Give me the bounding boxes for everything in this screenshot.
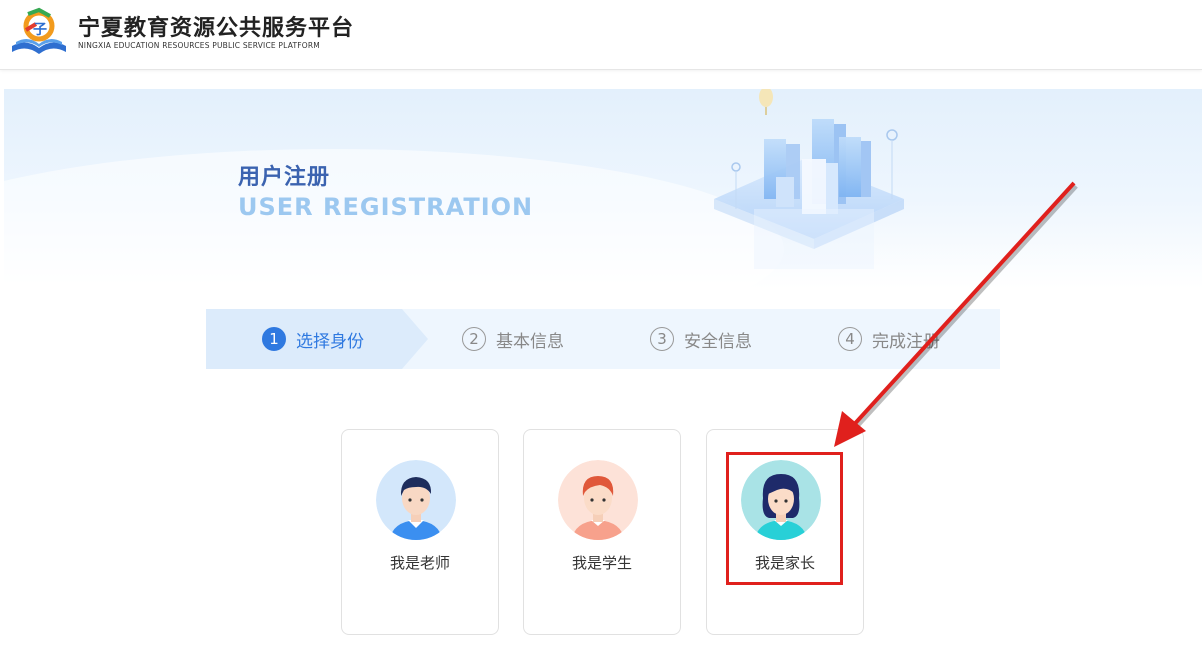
step-label: 安全信息 bbox=[684, 331, 752, 352]
svg-text:子: 子 bbox=[33, 22, 47, 38]
step-number: 1 bbox=[262, 327, 286, 351]
step-label: 基本信息 bbox=[496, 331, 564, 352]
step-number: 3 bbox=[650, 327, 674, 351]
identity-card-teacher[interactable]: 我是老师 bbox=[341, 429, 499, 635]
step-select-identity: 1 选择身份 bbox=[262, 309, 364, 369]
annotation-highlight-box bbox=[726, 452, 843, 585]
step-label: 选择身份 bbox=[296, 331, 364, 352]
site-title: 宁夏教育资源公共服务平台 bbox=[78, 16, 355, 41]
identity-card-student[interactable]: 我是学生 bbox=[523, 429, 681, 635]
ningxia-education-logo-icon[interactable]: 子 bbox=[8, 6, 70, 58]
banner-title: 用户注册 bbox=[238, 165, 331, 190]
step-security-info: 3 安全信息 bbox=[650, 309, 752, 369]
identity-card-label: 我是老师 bbox=[389, 554, 450, 572]
student-avatar-icon bbox=[558, 460, 638, 540]
site-subtitle: NINGXIA EDUCATION RESOURCES PUBLIC SERVI… bbox=[78, 41, 320, 50]
annotation-arrow-icon bbox=[834, 181, 1078, 447]
site-header: 子 宁夏教育资源公共服务平台 NINGXIA EDUCATION RESOURC… bbox=[0, 0, 1202, 70]
teacher-avatar-icon bbox=[376, 460, 456, 540]
identity-card-label: 我是学生 bbox=[571, 554, 632, 572]
step-number: 2 bbox=[462, 327, 486, 351]
banner-title-en: USER REGISTRATION bbox=[238, 193, 534, 221]
step-basic-info: 2 基本信息 bbox=[462, 309, 564, 369]
